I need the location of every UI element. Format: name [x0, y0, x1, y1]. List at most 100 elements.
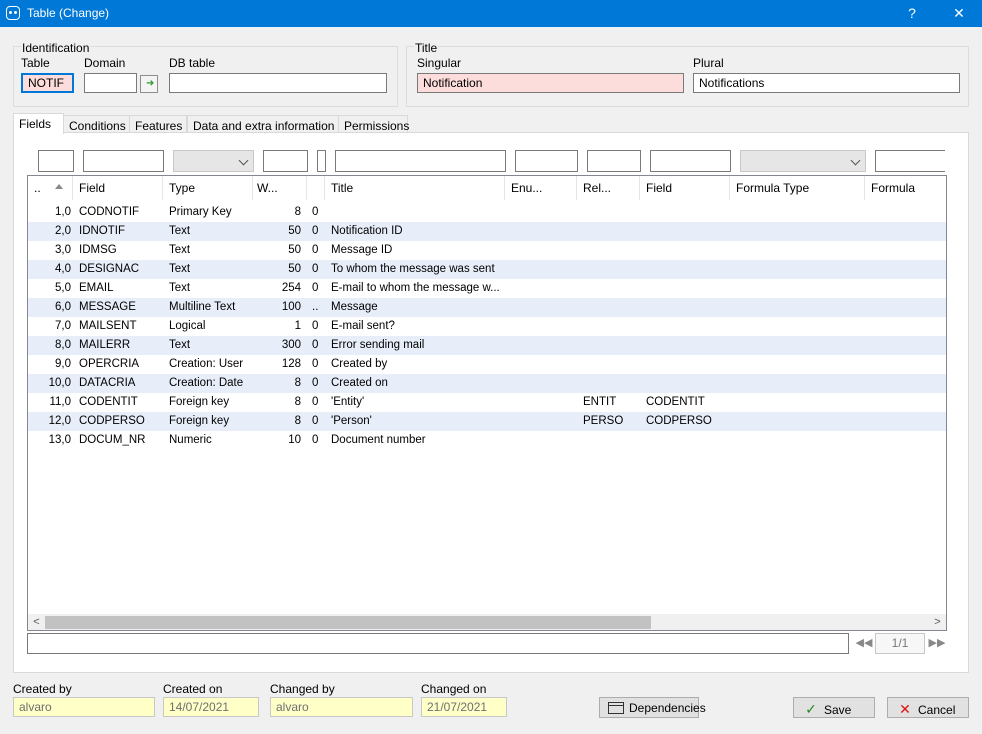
- table-cell: 50: [288, 225, 301, 237]
- table-row[interactable]: 2,0 IDNOTIF Text 50 0 Notification ID: [28, 222, 946, 241]
- plural-input[interactable]: [693, 73, 960, 93]
- changed-by-field: [270, 697, 413, 717]
- table-cell: Multiline Text: [169, 301, 236, 313]
- table-cell: 8: [294, 415, 301, 427]
- table-cell: CODENTIT: [646, 396, 705, 408]
- table-cell: IDNOTIF: [79, 225, 125, 237]
- domain-input[interactable]: [84, 73, 137, 93]
- table-row[interactable]: 1,0 CODNOTIF Primary Key 8 0: [28, 203, 946, 222]
- created-by-label: Created by: [13, 682, 72, 696]
- table-row[interactable]: 13,0 DOCUM_NR Numeric 10 0 Document number: [28, 431, 946, 450]
- close-button[interactable]: ✕: [937, 0, 981, 27]
- dependencies-button[interactable]: Dependencies: [599, 697, 706, 718]
- table-cell: Foreign key: [169, 396, 230, 408]
- x-icon: ✕: [899, 701, 911, 717]
- table-cell: Message ID: [331, 244, 393, 256]
- table-cell: Numeric: [169, 434, 212, 446]
- col-decimals-header[interactable]: [307, 176, 325, 200]
- horizontal-scrollbar[interactable]: < >: [28, 614, 946, 630]
- table-cell: Message: [331, 301, 378, 313]
- window-title: Table (Change): [27, 6, 110, 20]
- table-cell: 10: [288, 434, 301, 446]
- scroll-right-icon[interactable]: >: [929, 615, 946, 630]
- table-cell: 7,0: [55, 320, 71, 332]
- scrollbar-thumb[interactable]: [45, 616, 651, 629]
- table-cell: CODPERSO: [646, 415, 712, 427]
- table-cell: Primary Key: [169, 206, 232, 218]
- table-cell: 0: [312, 320, 319, 332]
- table-cell: MAILSENT: [79, 320, 137, 332]
- col-width-header[interactable]: W...: [253, 176, 307, 200]
- table-cell: Created by: [331, 358, 388, 370]
- table-row[interactable]: 7,0 MAILSENT Logical 1 0 E-mail sent?: [28, 317, 946, 336]
- filter-rel-field[interactable]: [650, 150, 731, 172]
- window-titlebar: Table (Change) ? ✕: [0, 0, 982, 27]
- filter-field[interactable]: [83, 150, 164, 172]
- db-table-input[interactable]: [169, 73, 387, 93]
- identification-legend: Identification: [21, 41, 91, 55]
- table-cell: 8,0: [55, 339, 71, 351]
- table-cell: 'Entity': [331, 396, 365, 408]
- singular-input[interactable]: [417, 73, 684, 93]
- table-cell: Document number: [331, 434, 426, 446]
- col-enum-header[interactable]: Enu...: [505, 176, 577, 200]
- save-button[interactable]: ✓ Save: [793, 697, 875, 718]
- page-indicator: 1/1: [875, 633, 925, 654]
- col-rel-field-header[interactable]: Field: [640, 176, 730, 200]
- col-type-header[interactable]: Type: [163, 176, 253, 200]
- table-row[interactable]: 10,0 DATACRIA Creation: Date 8 0 Created on: [28, 374, 946, 393]
- fields-grid[interactable]: .. Field Type W... Title Enu... Rel... F…: [27, 175, 947, 631]
- cancel-button[interactable]: ✕ Cancel: [887, 697, 969, 718]
- filter-relation[interactable]: [587, 150, 641, 172]
- grid-search-input[interactable]: [27, 633, 849, 654]
- table-row[interactable]: 11,0 CODENTIT Foreign key 8 0 'Entity' ENTIT CO…: [28, 393, 946, 412]
- table-cell: Text: [169, 282, 191, 294]
- help-button[interactable]: ?: [890, 0, 934, 27]
- pager-last-icon[interactable]: ▶▶: [928, 635, 946, 651]
- col-formula-header[interactable]: Formula: [865, 176, 946, 200]
- table-row[interactable]: 3,0 IDMSG Text 50 0 Message ID: [28, 241, 946, 260]
- table-row[interactable]: 6,0 MESSAGE Multiline Text 100.. Message: [28, 298, 946, 317]
- created-on-label: Created on: [163, 682, 223, 696]
- scroll-left-icon[interactable]: <: [28, 615, 45, 630]
- table-cell: 0: [312, 396, 319, 408]
- table-row[interactable]: 12,0 CODPERSO Foreign key 8 0 'Person' PERSO CO…: [28, 412, 946, 431]
- table-cell: E-mail sent?: [331, 320, 395, 332]
- pager-first-icon[interactable]: ◀◀: [855, 635, 873, 651]
- table-cell: CODNOTIF: [79, 206, 140, 218]
- table-cell: Error sending mail: [331, 339, 425, 351]
- table-label: Table: [21, 56, 50, 70]
- col-order-header[interactable]: ..: [28, 176, 73, 200]
- filter-decimals[interactable]: [317, 150, 326, 172]
- tab-fields[interactable]: Fields: [13, 113, 64, 134]
- table-cell: Text: [169, 263, 191, 275]
- table-cell: 9,0: [55, 358, 71, 370]
- filter-title[interactable]: [335, 150, 506, 172]
- table-row[interactable]: 9,0 OPERCRIA Creation: User 128 0 Created by: [28, 355, 946, 374]
- created-on-field: [163, 697, 259, 717]
- col-title-header[interactable]: Title: [325, 176, 505, 200]
- filter-order[interactable]: [38, 150, 74, 172]
- check-icon: ✓: [805, 701, 817, 717]
- filter-width[interactable]: [263, 150, 308, 172]
- filter-formula[interactable]: [875, 150, 945, 172]
- table-cell: ENTIT: [583, 396, 617, 408]
- table-cell: Creation: Date: [169, 377, 244, 389]
- table-row[interactable]: 4,0 DESIGNAC Text 50 0 To whom the message wa…: [28, 260, 946, 279]
- table-cell: DOCUM_NR: [79, 434, 146, 446]
- window-icon: [608, 702, 624, 714]
- filter-formula-type-select[interactable]: [740, 150, 866, 172]
- table-row[interactable]: 5,0 EMAIL Text 254 0 E-mail to whom the messa…: [28, 279, 946, 298]
- table-row[interactable]: 8,0 MAILERR Text 300 0 Error sending mail: [28, 336, 946, 355]
- sort-ascending-icon: [55, 184, 63, 189]
- table-cell: 11,0: [49, 396, 71, 408]
- changed-by-label: Changed by: [270, 682, 335, 696]
- domain-picker-button[interactable]: [140, 75, 158, 93]
- filter-type-select[interactable]: [173, 150, 254, 172]
- col-formula-type-header[interactable]: Formula Type: [730, 176, 865, 200]
- col-relation-header[interactable]: Rel...: [577, 176, 640, 200]
- table-input[interactable]: [21, 73, 74, 93]
- filter-enum[interactable]: [515, 150, 578, 172]
- table-cell: 0: [312, 263, 319, 275]
- col-field-header[interactable]: Field: [73, 176, 163, 200]
